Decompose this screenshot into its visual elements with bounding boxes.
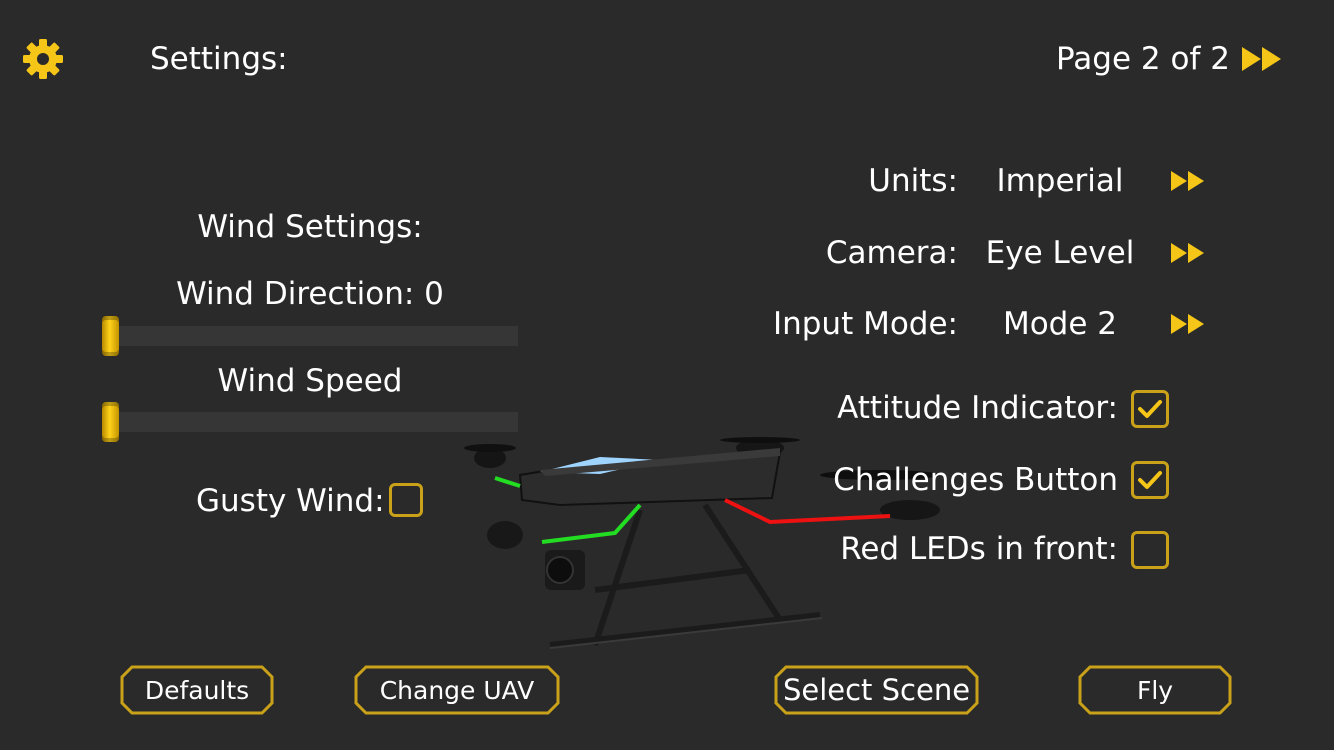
fly-button-label: Fly	[1136, 675, 1174, 705]
select-scene-button-label: Select Scene	[782, 673, 971, 707]
defaults-button-label: Defaults	[144, 675, 250, 705]
wind-settings-heading: Wind Settings:	[197, 209, 423, 245]
camera-label: Camera:	[825, 235, 958, 271]
camera-value: Eye Level	[985, 235, 1135, 271]
units-next-fast-forward-icon[interactable]	[1170, 169, 1206, 193]
gear-icon[interactable]	[22, 38, 64, 80]
units-value: Imperial	[996, 163, 1124, 199]
select-scene-button[interactable]: Select Scene	[774, 665, 979, 715]
fly-button[interactable]: Fly	[1078, 665, 1232, 715]
wind-speed-label: Wind Speed	[217, 363, 403, 399]
red-leds-front-label: Red LEDs in front:	[840, 531, 1118, 567]
input-mode-label: Input Mode:	[772, 306, 958, 342]
camera-next-fast-forward-icon[interactable]	[1170, 241, 1206, 265]
slider-handle[interactable]	[102, 316, 119, 356]
defaults-button[interactable]: Defaults	[120, 665, 274, 715]
slider-handle[interactable]	[102, 402, 119, 442]
attitude-indicator-checkbox[interactable]	[1131, 390, 1169, 428]
gusty-wind-label: Gusty Wind:	[196, 483, 385, 519]
gusty-wind-checkbox[interactable]	[389, 483, 423, 517]
input-mode-next-fast-forward-icon[interactable]	[1170, 312, 1206, 336]
next-page-fast-forward-icon[interactable]	[1240, 44, 1284, 74]
slider-track	[110, 326, 518, 346]
checkmark-icon	[1138, 471, 1162, 489]
challenges-button-checkbox[interactable]	[1131, 461, 1169, 499]
red-leds-front-checkbox[interactable]	[1131, 531, 1169, 569]
change-uav-button[interactable]: Change UAV	[354, 665, 560, 715]
units-label: Units:	[868, 163, 958, 199]
checkmark-icon	[1138, 400, 1162, 418]
attitude-indicator-label: Attitude Indicator:	[837, 390, 1118, 426]
wind-direction-slider[interactable]	[102, 316, 518, 358]
change-uav-button-label: Change UAV	[379, 675, 535, 705]
page-indicator: Page 2 of 2	[1056, 41, 1230, 77]
page-title: Settings:	[150, 41, 288, 77]
input-mode-value: Mode 2	[1002, 306, 1118, 342]
settings-screen: Settings: Page 2 of 2 Wind Settings: Win…	[0, 0, 1334, 750]
slider-track	[110, 412, 518, 432]
wind-direction-label: Wind Direction: 0	[176, 276, 444, 312]
challenges-button-label: Challenges Button	[833, 462, 1118, 498]
